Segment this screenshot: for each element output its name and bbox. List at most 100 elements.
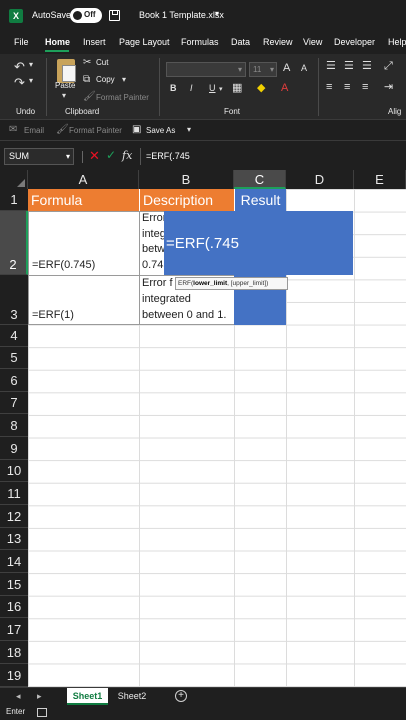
borders-icon[interactable]: ▦ xyxy=(232,83,242,94)
document-title[interactable]: Book 1 Template.xlsx xyxy=(139,10,224,20)
font-color-icon[interactable]: A xyxy=(281,83,288,94)
paste-button[interactable]: Paste xyxy=(55,81,75,90)
row-header-16[interactable]: 16 xyxy=(0,596,28,618)
redo-icon[interactable]: ↷ xyxy=(14,76,25,89)
row-header-1[interactable]: 1 xyxy=(0,189,28,211)
tab-help[interactable]: Help xyxy=(388,37,406,47)
tooltip-arg-lower[interactable]: lower_limit xyxy=(193,280,227,287)
insert-function-icon[interactable]: fx xyxy=(122,149,132,162)
column-header-e[interactable]: E xyxy=(354,170,406,189)
column-header-a[interactable]: A xyxy=(28,170,139,189)
cell-a2[interactable]: =ERF(0.745) xyxy=(28,211,140,276)
tab-file[interactable]: File xyxy=(14,37,29,47)
scroll-right-icon[interactable]: ▸ xyxy=(37,691,42,702)
align-center-icon[interactable]: ≡ xyxy=(344,82,350,93)
function-tooltip[interactable]: ERF(lower_limit, [upper_limit]) xyxy=(175,277,288,290)
row-header-11[interactable]: 11 xyxy=(0,482,28,505)
chevron-down-icon[interactable]: ▾ xyxy=(215,9,219,18)
format-painter-icon[interactable]: 🖌 xyxy=(83,92,96,102)
format-painter-icon[interactable]: 🖌 xyxy=(56,125,69,135)
column-header-d[interactable]: D xyxy=(286,170,354,189)
shrink-font-button[interactable]: A xyxy=(301,64,307,73)
copy-button[interactable]: Copy xyxy=(96,75,115,84)
tab-insert[interactable]: Insert xyxy=(83,37,106,47)
column-header-c[interactable]: C xyxy=(234,170,286,189)
row-header-17[interactable]: 17 xyxy=(0,618,28,641)
row-header-13[interactable]: 13 xyxy=(0,528,28,550)
font-size-select[interactable]: 11 ▾ xyxy=(249,62,277,77)
italic-button[interactable]: I xyxy=(190,84,193,93)
align-left-icon[interactable]: ≡ xyxy=(326,82,332,93)
cancel-icon[interactable]: ✕ xyxy=(89,149,100,162)
align-middle-icon[interactable]: ☰ xyxy=(344,61,354,72)
header-result[interactable]: Result xyxy=(234,189,286,211)
tab-review[interactable]: Review xyxy=(263,37,293,47)
qat-format-painter[interactable]: Format Painter xyxy=(69,126,122,135)
orientation-icon[interactable]: ⤢ xyxy=(384,61,393,72)
copy-icon[interactable]: ⧉ xyxy=(83,75,90,85)
save-as-icon[interactable]: ▣ xyxy=(132,125,141,135)
tab-data[interactable]: Data xyxy=(231,37,250,47)
name-box[interactable]: SUM ▾ xyxy=(4,148,74,165)
row-header-10[interactable]: 10 xyxy=(0,460,28,482)
row-header-9[interactable]: 9 xyxy=(0,437,28,460)
chevron-down-icon: ▾ xyxy=(237,65,242,74)
tab-page-layout[interactable]: Page Layout xyxy=(119,37,170,47)
save-as-button[interactable]: Save As xyxy=(146,126,175,135)
email-icon[interactable]: ✉ xyxy=(9,125,17,135)
row-header-7[interactable]: 7 xyxy=(0,392,28,414)
cut-icon[interactable]: ✂ xyxy=(83,58,91,68)
row-header-5[interactable]: 5 xyxy=(0,347,28,369)
customize-qat-icon[interactable]: ▾ xyxy=(187,126,191,134)
row-header-3[interactable]: 3 xyxy=(0,275,28,325)
cut-button[interactable]: Cut xyxy=(96,58,108,67)
fill-color-icon[interactable]: ◆ xyxy=(257,83,265,94)
align-right-icon[interactable]: ≡ xyxy=(362,82,368,93)
row-header-18[interactable]: 18 xyxy=(0,641,28,664)
header-formula[interactable]: Formula xyxy=(28,189,139,211)
autosave-toggle[interactable]: Off xyxy=(70,8,102,23)
tab-formulas[interactable]: Formulas xyxy=(181,37,219,47)
row-header-6[interactable]: 6 xyxy=(0,369,28,392)
chevron-down-icon[interactable]: ▾ xyxy=(219,86,223,93)
sheet-tab-1[interactable]: Sheet1 xyxy=(67,688,108,705)
column-header-b[interactable]: B xyxy=(139,170,234,189)
chevron-down-icon[interactable]: ▾ xyxy=(122,76,126,84)
email-button[interactable]: Email xyxy=(24,126,44,135)
underline-button[interactable]: U xyxy=(209,84,216,93)
row-header-15[interactable]: 15 xyxy=(0,573,28,596)
cell-b2-line2: integ xyxy=(142,228,166,240)
chevron-down-icon[interactable]: ▾ xyxy=(62,92,66,100)
undo-icon[interactable]: ↶ xyxy=(14,60,25,73)
tab-home[interactable]: Home xyxy=(45,37,70,47)
header-description[interactable]: Description xyxy=(139,189,234,211)
undo-group-label: Undo xyxy=(16,107,36,116)
paste-icon[interactable] xyxy=(57,59,76,83)
font-name-select[interactable]: ▾ xyxy=(166,62,246,77)
chevron-down-icon[interactable]: ▾ xyxy=(29,77,33,85)
accessibility-icon[interactable] xyxy=(37,708,47,717)
row-header-2[interactable]: 2 xyxy=(0,211,28,275)
cell-a3[interactable]: =ERF(1) xyxy=(28,275,140,325)
tab-view[interactable]: View xyxy=(303,37,322,47)
select-all-button[interactable] xyxy=(0,170,28,189)
scroll-left-icon[interactable]: ◂ xyxy=(16,691,21,702)
tab-developer[interactable]: Developer xyxy=(334,37,375,47)
enter-check-icon[interactable]: ✓ xyxy=(106,149,116,161)
formula-input[interactable]: =ERF(.745 xyxy=(140,148,406,165)
sheet-tab-2[interactable]: Sheet2 xyxy=(112,688,152,705)
row-header-19[interactable]: 19 xyxy=(0,664,28,687)
bold-button[interactable]: B xyxy=(170,84,177,93)
add-sheet-icon[interactable]: + xyxy=(175,690,187,702)
format-painter-button[interactable]: Format Painter xyxy=(96,93,149,102)
save-icon[interactable] xyxy=(109,10,120,21)
align-top-icon[interactable]: ☰ xyxy=(326,61,336,72)
grow-font-button[interactable]: A xyxy=(283,63,290,74)
row-header-4[interactable]: 4 xyxy=(0,325,28,347)
indent-icon[interactable]: ⇥ xyxy=(384,82,393,93)
align-bottom-icon[interactable]: ☰ xyxy=(362,61,372,72)
row-header-14[interactable]: 14 xyxy=(0,550,28,573)
chevron-down-icon[interactable]: ▾ xyxy=(29,61,33,69)
row-header-12[interactable]: 12 xyxy=(0,505,28,528)
row-header-8[interactable]: 8 xyxy=(0,414,28,437)
